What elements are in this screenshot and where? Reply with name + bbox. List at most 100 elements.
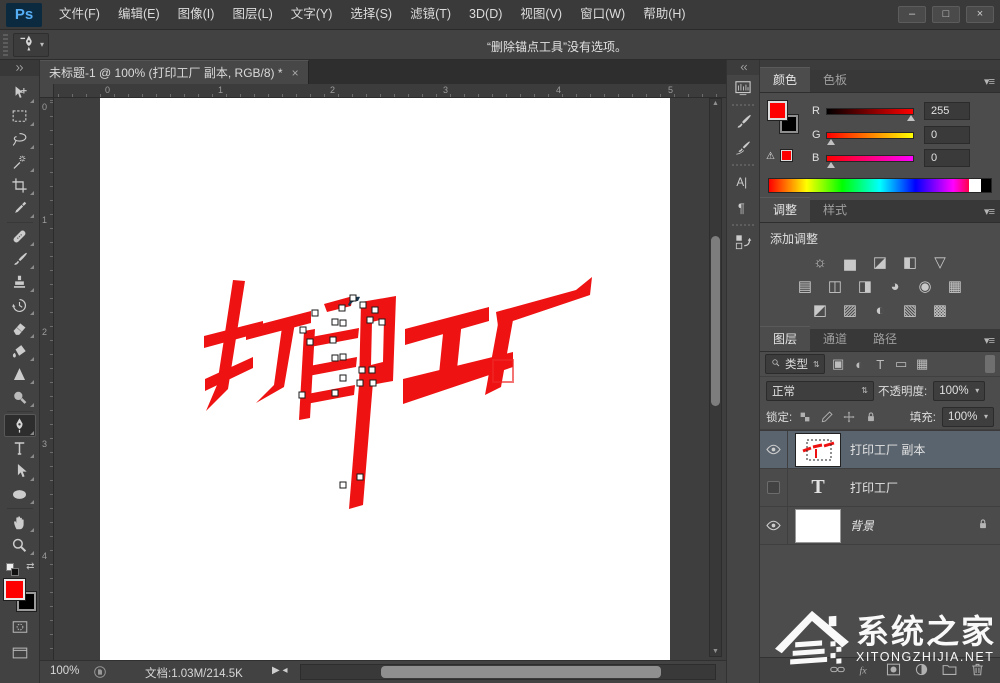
hue-saturation-icon[interactable]: ▤ xyxy=(792,275,818,297)
vertical-ruler[interactable]: 01234 xyxy=(40,98,54,660)
channel-value[interactable]: 0 xyxy=(924,149,970,167)
spectrum-black-cap[interactable] xyxy=(981,179,991,192)
status-arrow-icon[interactable]: ▶ ◂ xyxy=(272,665,288,676)
menu-item-9[interactable]: 窗口(W) xyxy=(571,0,634,29)
layer-row-2[interactable]: 背景 xyxy=(760,507,1000,545)
fill-dropdown[interactable]: 100% ▾ xyxy=(942,407,994,427)
type-layer-filter-icon[interactable]: T xyxy=(870,354,891,374)
color-balance-icon[interactable]: ◫ xyxy=(822,275,848,297)
gamut-color-swatch[interactable] xyxy=(781,150,792,161)
dock-expand-button[interactable] xyxy=(727,60,759,75)
horizontal-ruler[interactable]: 012345 xyxy=(54,84,726,98)
close-button[interactable]: × xyxy=(966,6,994,23)
ruler-corner[interactable] xyxy=(40,84,54,98)
brush-tool[interactable] xyxy=(4,248,36,271)
maximize-button[interactable]: □ xyxy=(932,6,960,23)
paragraph-panel-icon[interactable]: ¶ xyxy=(729,195,757,221)
horizontal-scrollbar[interactable] xyxy=(300,664,716,680)
black-white-icon[interactable]: ◨ xyxy=(852,275,878,297)
magic-wand-tool[interactable] xyxy=(4,151,36,174)
crop-tool[interactable] xyxy=(4,174,36,197)
pen-tool[interactable] xyxy=(4,414,36,437)
layer-visibility-eye-icon[interactable] xyxy=(760,507,788,544)
blend-mode-dropdown[interactable]: 正常 ⇅ xyxy=(766,381,874,401)
hand-tool[interactable] xyxy=(4,511,36,534)
ellipse-tool[interactable] xyxy=(4,483,36,506)
quick-mask-button[interactable] xyxy=(6,617,34,637)
color-menu-icon[interactable]: ▾≡ xyxy=(984,75,994,88)
screen-mode-button[interactable] xyxy=(6,643,34,663)
threshold-icon[interactable]: ◐ xyxy=(867,299,893,321)
clone-source-panel-icon[interactable] xyxy=(729,229,757,255)
zoom-tool[interactable] xyxy=(4,534,36,557)
delete-anchor-point-tool-preset[interactable]: ▾ xyxy=(13,33,49,57)
levels-icon[interactable]: ▅ xyxy=(837,251,863,273)
gamut-warning-icon[interactable]: ⚠ xyxy=(766,151,775,162)
layer-visibility-empty[interactable] xyxy=(760,469,788,506)
vibrance-icon[interactable]: ▽ xyxy=(927,251,953,273)
adjustments-menu-icon[interactable]: ▾≡ xyxy=(984,205,994,218)
lock-transparent-pixels-icon[interactable] xyxy=(796,408,814,426)
layer-visibility-eye-icon[interactable] xyxy=(760,431,788,468)
menu-item-4[interactable]: 文字(Y) xyxy=(282,0,342,29)
swap-colors-icon[interactable]: ⇄ xyxy=(26,561,34,572)
layers-tab-通道[interactable]: 通道 xyxy=(810,327,860,351)
layers-menu-icon[interactable]: ▾≡ xyxy=(984,334,994,347)
lock-position-icon[interactable] xyxy=(840,408,858,426)
dodge-tool[interactable] xyxy=(4,386,36,409)
slider-thumb-icon[interactable] xyxy=(827,139,835,145)
color-tab-颜色[interactable]: 颜色 xyxy=(760,67,810,92)
posterize-icon[interactable]: ▨ xyxy=(837,299,863,321)
layer-thumbnail[interactable] xyxy=(796,510,840,542)
adjustments-tab-调整[interactable]: 调整 xyxy=(760,197,810,222)
menu-item-6[interactable]: 滤镜(T) xyxy=(401,0,460,29)
shape-layer-filter-icon[interactable]: ▭ xyxy=(891,354,912,374)
path-selection-tool[interactable] xyxy=(4,460,36,483)
type-tool[interactable] xyxy=(4,437,36,460)
default-colors-icon[interactable] xyxy=(6,563,19,576)
layer-row-1[interactable]: T打印工厂 xyxy=(760,469,1000,507)
channel-slider[interactable] xyxy=(826,155,914,162)
menu-item-10[interactable]: 帮助(H) xyxy=(634,0,694,29)
layer-thumbnail[interactable] xyxy=(796,434,840,466)
clone-stamp-tool[interactable] xyxy=(4,271,36,294)
horizontal-scroll-thumb[interactable] xyxy=(381,666,661,678)
brush-panel-icon[interactable] xyxy=(729,109,757,135)
channel-mixer-icon[interactable]: ◉ xyxy=(912,275,938,297)
minimize-button[interactable]: – xyxy=(898,6,926,23)
menu-item-7[interactable]: 3D(D) xyxy=(460,0,511,29)
move-tool[interactable] xyxy=(4,82,36,105)
slider-thumb-icon[interactable] xyxy=(907,115,915,121)
scroll-up-icon[interactable]: ▲ xyxy=(710,100,721,107)
color-lookup-icon[interactable]: ▦ xyxy=(942,275,968,297)
lock-image-pixels-icon[interactable] xyxy=(818,408,836,426)
adjustment-layer-filter-icon[interactable]: ◐ xyxy=(849,354,870,374)
tab-close-icon[interactable]: × xyxy=(292,66,299,80)
opacity-dropdown[interactable]: 100% ▾ xyxy=(933,381,985,401)
layer-row-0[interactable]: 打印工厂 副本 xyxy=(760,431,1000,469)
history-brush-tool[interactable] xyxy=(4,294,36,317)
selective-color-icon[interactable]: ▩ xyxy=(927,299,953,321)
curves-icon[interactable]: ◪ xyxy=(867,251,893,273)
color-spectrum-ramp[interactable] xyxy=(768,178,992,193)
smart-object-filter-icon[interactable]: ▦ xyxy=(912,354,933,374)
invert-icon[interactable]: ◩ xyxy=(807,299,833,321)
document-tab[interactable]: 未标题-1 @ 100% (打印工厂 副本, RGB/8) * × xyxy=(40,60,309,84)
layers-tab-图层[interactable]: 图层 xyxy=(760,326,810,351)
options-grip-handle[interactable] xyxy=(3,34,8,56)
menu-item-8[interactable]: 视图(V) xyxy=(511,0,571,29)
properties-panel-icon[interactable] xyxy=(729,75,757,101)
pixel-layer-filter-icon[interactable]: ▣ xyxy=(828,354,849,374)
brightness-contrast-icon[interactable]: ☼ xyxy=(807,251,833,273)
menu-item-2[interactable]: 图像(I) xyxy=(169,0,224,29)
adjustments-tab-样式[interactable]: 样式 xyxy=(810,198,860,222)
paint-bucket-tool[interactable] xyxy=(4,340,36,363)
channel-slider[interactable] xyxy=(826,132,914,139)
rectangular-marquee-tool[interactable] xyxy=(4,105,36,128)
lock-all-icon[interactable] xyxy=(862,408,880,426)
scroll-down-icon[interactable]: ▼ xyxy=(710,648,721,655)
channel-value[interactable]: 0 xyxy=(924,126,970,144)
vertical-scroll-thumb[interactable] xyxy=(711,236,720,406)
gradient-map-icon[interactable]: ▧ xyxy=(897,299,923,321)
panel-foreground-swatch[interactable] xyxy=(768,101,787,120)
